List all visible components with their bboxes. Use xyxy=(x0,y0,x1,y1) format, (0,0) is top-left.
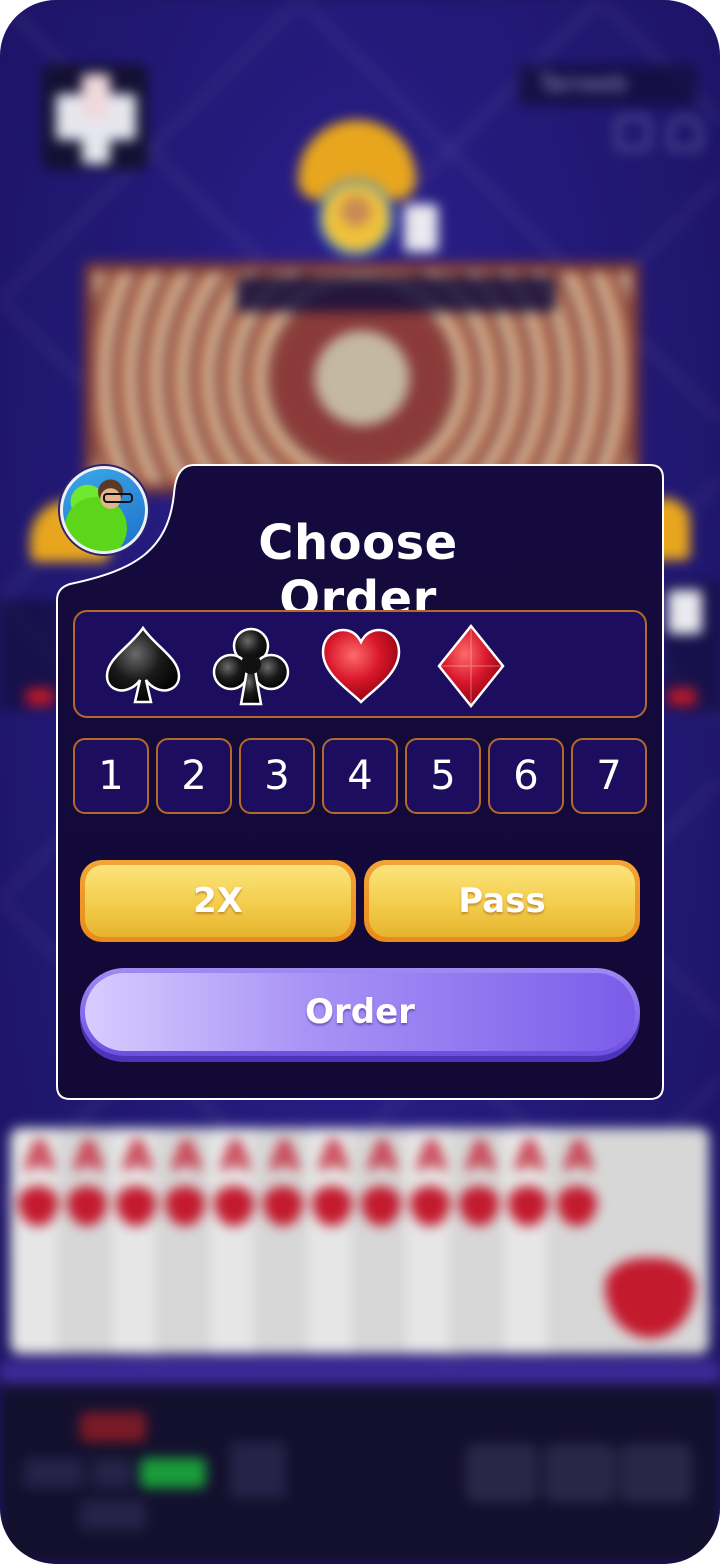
suit-selector xyxy=(73,610,647,718)
player-hand: AAAAAAAAAAAA xyxy=(10,1128,710,1364)
card-rank: A xyxy=(171,1134,202,1180)
card-rank: A xyxy=(318,1134,349,1180)
score-badge-red xyxy=(80,1412,146,1442)
card-rank: A xyxy=(465,1134,496,1180)
top-player-card xyxy=(404,204,438,252)
game-name-label[interactable]: Tarneeb xyxy=(518,64,696,106)
game-screen: Tarneeb AAAAAAAAAAAA Choose Order 1 2 3 … xyxy=(0,0,720,1564)
emote-button[interactable] xyxy=(466,1444,538,1502)
card-rank: A xyxy=(269,1134,300,1180)
heart-icon xyxy=(410,1186,450,1226)
chat-icon[interactable] xyxy=(616,116,650,150)
heart-icon xyxy=(18,1186,58,1226)
trick-card xyxy=(108,94,136,140)
card-rank: A xyxy=(416,1134,447,1180)
double-button[interactable]: 2X xyxy=(80,860,356,942)
card-rank: A xyxy=(24,1134,55,1180)
score-badge-green xyxy=(140,1458,206,1488)
score-badge xyxy=(80,1500,146,1530)
bid-number-button-3[interactable]: 3 xyxy=(239,738,315,814)
heart-icon xyxy=(459,1186,499,1226)
right-player-card xyxy=(668,590,702,634)
heart-icon[interactable] xyxy=(319,624,403,708)
score-badge xyxy=(24,1458,84,1488)
card-rank: A xyxy=(563,1134,594,1180)
score-badge xyxy=(92,1458,132,1488)
trick-history-widget[interactable] xyxy=(42,64,148,170)
card-rank: A xyxy=(514,1134,545,1180)
trick-card xyxy=(82,74,110,120)
card-rank: A xyxy=(367,1134,398,1180)
heart-icon xyxy=(263,1186,303,1226)
stats-button[interactable] xyxy=(230,1442,286,1498)
glasses-icon xyxy=(103,493,133,503)
heart-icon xyxy=(165,1186,205,1226)
trick-card xyxy=(82,118,110,164)
heart-icon xyxy=(508,1186,548,1226)
heart-icon xyxy=(67,1186,107,1226)
heart-icon xyxy=(116,1186,156,1226)
pass-button[interactable]: Pass xyxy=(364,860,640,942)
trick-card xyxy=(56,94,84,140)
top-player-avatar[interactable] xyxy=(318,180,394,256)
profile-icon[interactable] xyxy=(668,116,702,150)
sticker-button[interactable] xyxy=(544,1444,616,1502)
top-right-actions xyxy=(612,112,708,158)
card-rank: A xyxy=(122,1134,153,1180)
spade-icon[interactable] xyxy=(101,624,185,708)
bid-number-button-7[interactable]: 7 xyxy=(571,738,647,814)
bid-number-button-6[interactable]: 6 xyxy=(488,738,564,814)
bid-number-button-2[interactable]: 2 xyxy=(156,738,232,814)
bid-number-button-4[interactable]: 4 xyxy=(322,738,398,814)
pass-button-label: Pass xyxy=(369,865,635,937)
current-player-avatar xyxy=(60,466,148,554)
hand-card[interactable]: A xyxy=(549,1128,709,1354)
diamond-icon[interactable] xyxy=(429,624,513,708)
double-button-label: 2X xyxy=(85,865,351,937)
card-rank: A xyxy=(220,1134,251,1180)
bid-number-selector: 1234567 xyxy=(73,738,647,814)
heart-icon xyxy=(361,1186,401,1226)
left-player-badge xyxy=(26,688,54,706)
bid-number-button-5[interactable]: 5 xyxy=(405,738,481,814)
order-button-label: Order xyxy=(85,973,635,1051)
heart-icon xyxy=(214,1186,254,1226)
video-button[interactable] xyxy=(620,1444,692,1502)
bid-number-button-1[interactable]: 1 xyxy=(73,738,149,814)
club-icon[interactable] xyxy=(209,624,293,708)
right-player-badge xyxy=(668,688,696,706)
heart-icon xyxy=(557,1186,597,1226)
order-button[interactable]: Order xyxy=(80,968,640,1056)
score-bar xyxy=(236,276,556,312)
heart-icon xyxy=(605,1258,695,1338)
card-rank: A xyxy=(73,1134,104,1180)
heart-icon xyxy=(312,1186,352,1226)
hand-divider xyxy=(0,1360,720,1384)
